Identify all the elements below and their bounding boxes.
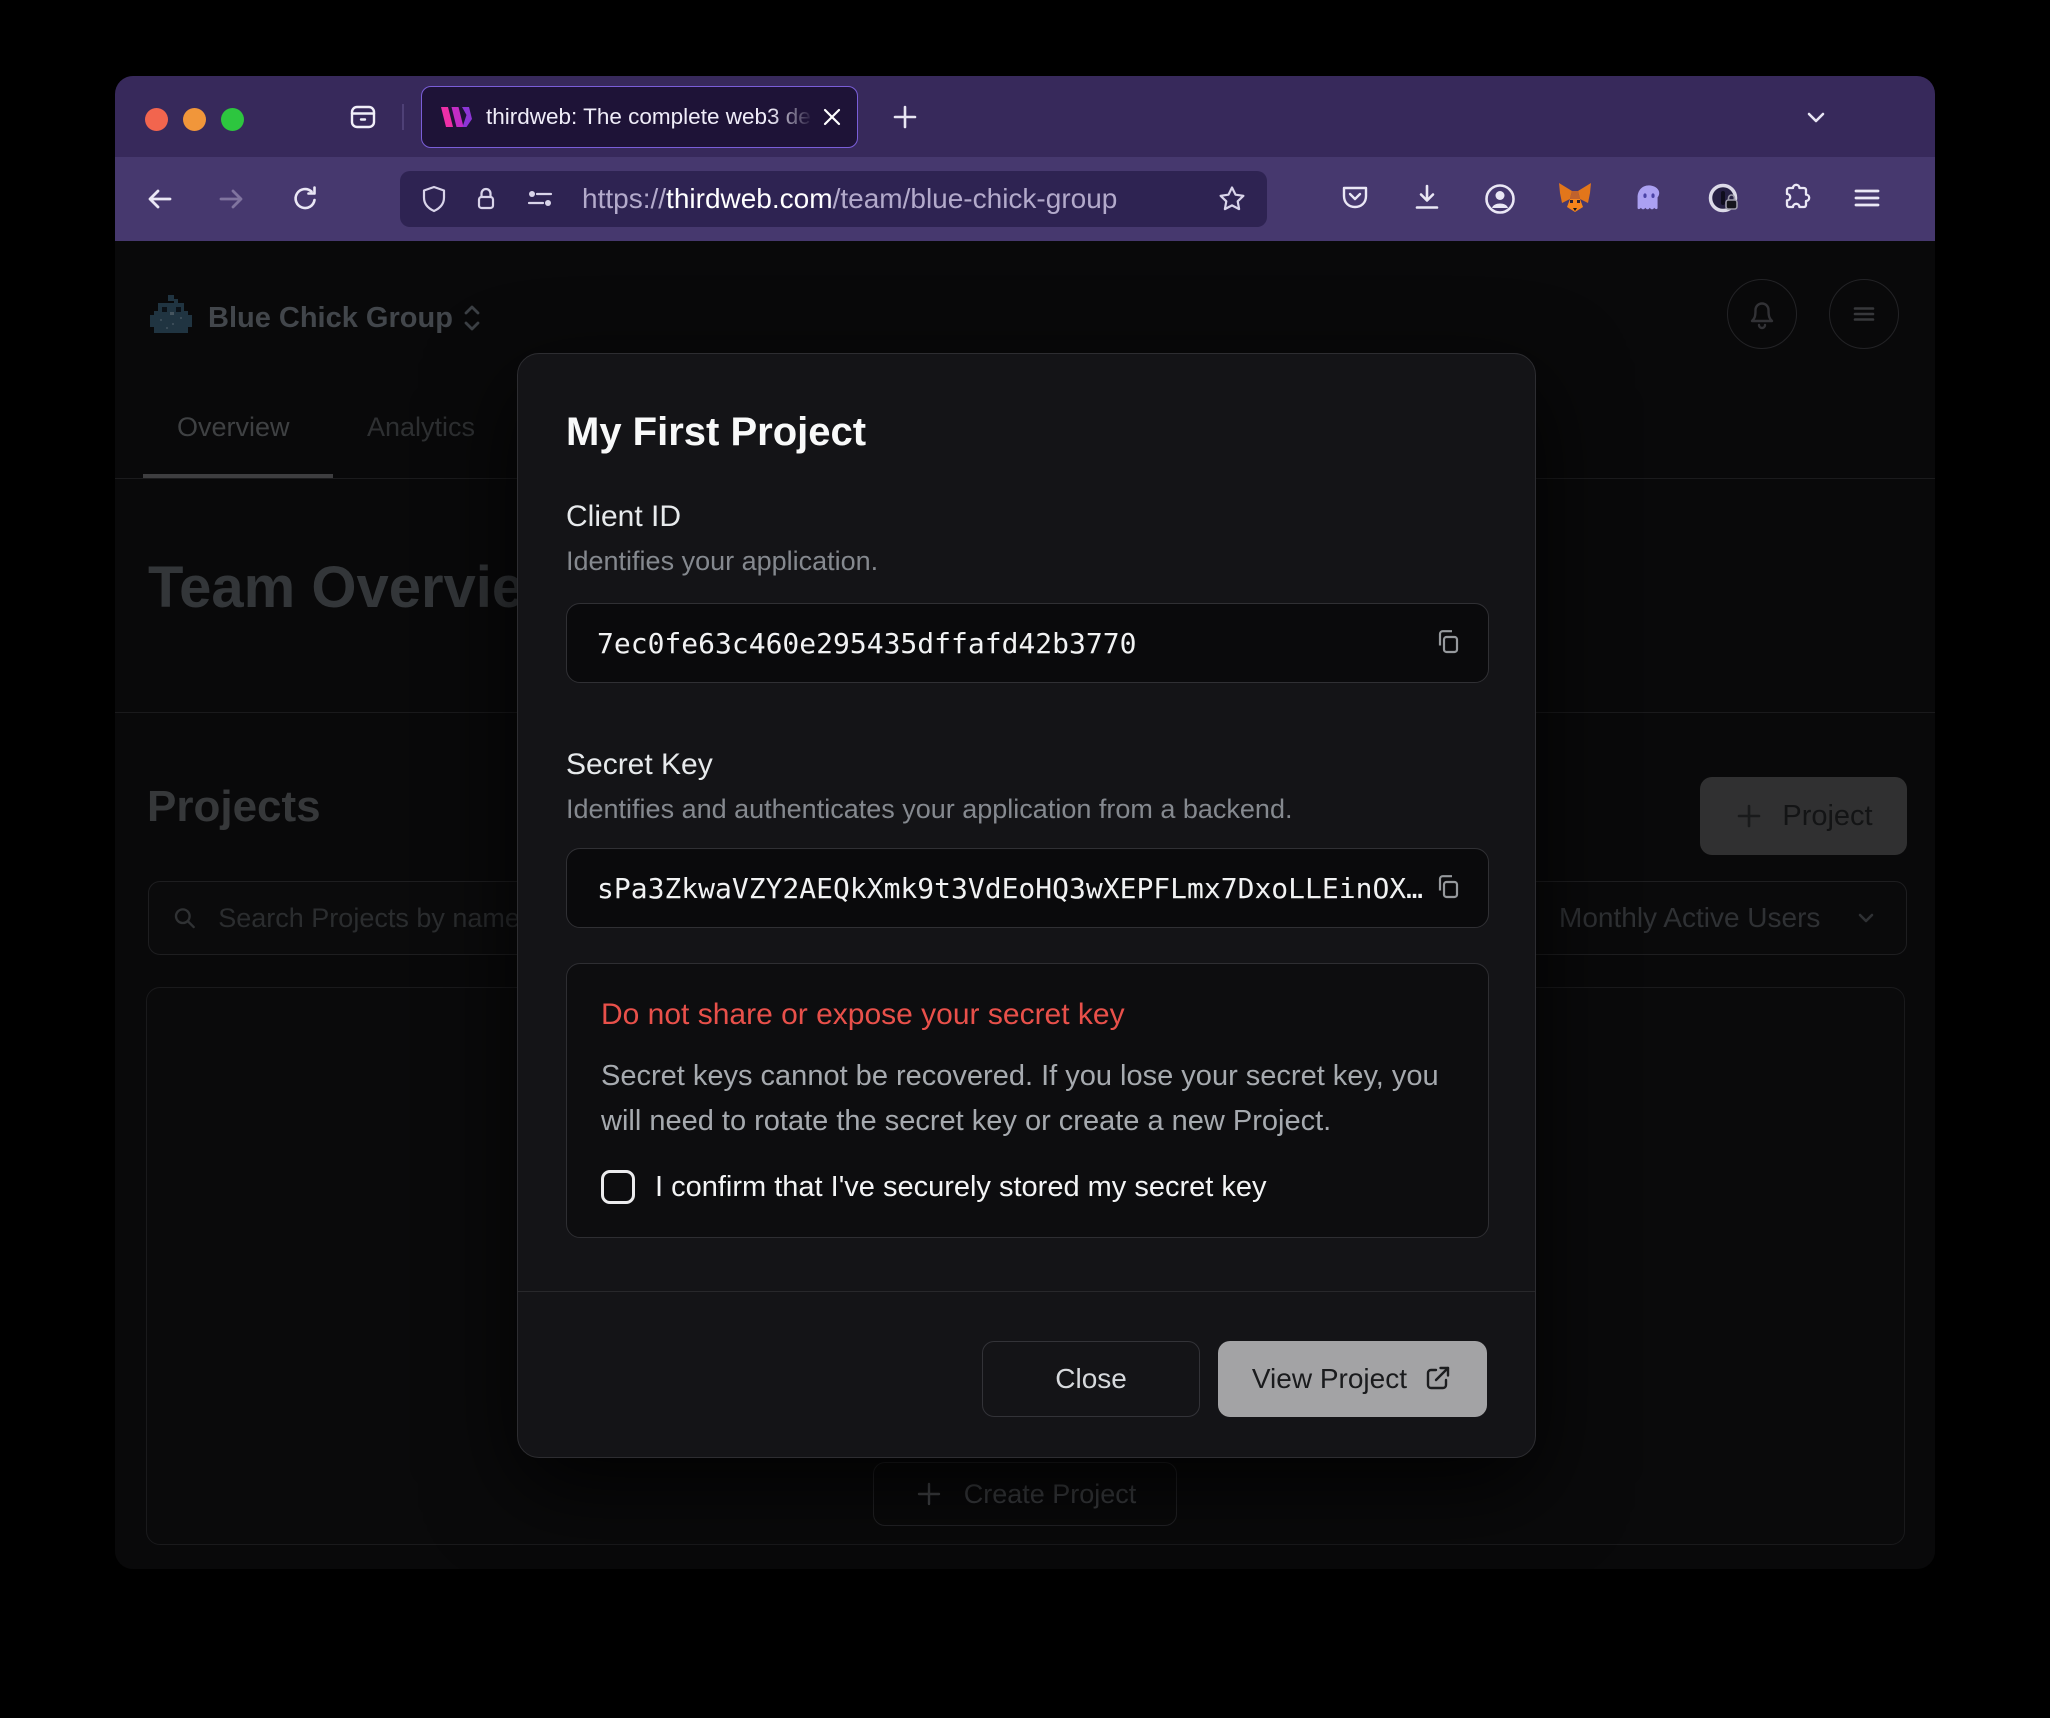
secret-key-warning-card: Do not share or expose your secret key S… [566,963,1489,1238]
copy-client-id-button[interactable] [1432,626,1464,660]
modal-footer: Close View Project [566,1341,1487,1417]
download-icon[interactable] [1411,182,1443,214]
view-project-button[interactable]: View Project [1218,1341,1487,1417]
account-menu-button[interactable] [1829,279,1899,349]
tab-close-icon[interactable] [819,104,845,130]
new-project-button[interactable]: Project [1700,777,1907,855]
bookmark-star-icon[interactable] [1217,184,1247,214]
metamask-icon[interactable] [1557,181,1593,215]
warning-body: Secret keys cannot be recovered. If you … [601,1054,1471,1144]
firefox-view-icon[interactable] [348,102,378,132]
view-project-label: View Project [1252,1363,1407,1395]
permissions-icon[interactable] [524,185,556,213]
phantom-icon[interactable] [1633,182,1665,214]
sort-label: Monthly Active Users [1559,902,1852,934]
sort-dropdown[interactable]: Monthly Active Users [1510,881,1907,955]
password-manager-icon[interactable] [1707,182,1741,216]
pocket-icon[interactable] [1339,182,1371,214]
url-protocol: https:// [582,183,666,214]
hamburger-icon [1849,299,1879,329]
window-minimize-light[interactable] [183,108,206,131]
chevron-down-icon [1852,904,1880,932]
extensions-puzzle-icon[interactable] [1781,182,1813,214]
thirdweb-favicon [440,106,472,128]
bell-icon [1745,297,1779,331]
forward-icon[interactable] [216,184,246,214]
plus-icon [1734,801,1764,831]
plus-icon [914,1479,944,1509]
reload-icon[interactable] [290,184,320,214]
confirm-label: I confirm that I've securely stored my s… [655,1171,1267,1204]
close-button[interactable]: Close [982,1341,1200,1417]
tab-title-fade [771,99,813,135]
new-tab-icon[interactable] [890,102,920,132]
confirm-checkbox[interactable] [601,1170,635,1204]
client-id-description: Identifies your application. [566,546,878,577]
team-switcher-chevrons-icon[interactable] [457,300,487,336]
window-close-light[interactable] [145,108,168,131]
project-modal: My First Project Client ID Identifies yo… [517,353,1536,1458]
tab-analytics[interactable]: Analytics [367,412,475,443]
url-path: /team/blue-chick-group [833,183,1118,214]
create-project-label: Create Project [964,1479,1137,1510]
menu-hamburger-icon[interactable] [1851,182,1883,214]
copy-secret-key-button[interactable] [1432,871,1464,905]
tab-separator [402,104,404,130]
url-text: https://thirdweb.com/team/blue-chick-gro… [582,183,1217,215]
client-id-value[interactable]: 7ec0fe63c460e295435dffafd42b3770 [597,627,1432,660]
create-project-button[interactable]: Create Project [873,1462,1177,1526]
projects-heading: Projects [147,782,321,832]
modal-footer-divider [518,1291,1535,1292]
shield-icon[interactable] [420,184,448,214]
url-domain: thirdweb.com [666,183,833,214]
warning-title: Do not share or expose your secret key [601,998,1454,1032]
secret-key-value[interactable]: sPa3ZkwaVZY2AEQkXmk9t3VdEoHQ3wXEPFLmx7Dx… [597,872,1432,905]
page-title: Team Overview [148,554,569,621]
copy-icon [1432,871,1464,903]
team-name: Blue Chick Group [208,302,453,335]
screenshot-canvas: thirdweb: The complete web3 de [0,0,2050,1718]
notifications-button[interactable] [1727,279,1797,349]
client-id-field[interactable]: 7ec0fe63c460e295435dffafd42b3770 [566,603,1489,683]
search-icon [171,903,198,933]
url-bar[interactable]: https://thirdweb.com/team/blue-chick-gro… [400,171,1267,227]
team-avatar[interactable] [148,293,194,339]
window-zoom-light[interactable] [221,108,244,131]
browser-window: thirdweb: The complete web3 de [115,76,1935,1569]
secret-key-field[interactable]: sPa3ZkwaVZY2AEQkXmk9t3VdEoHQ3wXEPFLmx7Dx… [566,848,1489,928]
external-link-icon [1423,1364,1453,1394]
tab-overview[interactable]: Overview [177,412,290,443]
tab-title: thirdweb: The complete web3 de [486,104,819,130]
browser-tab[interactable]: thirdweb: The complete web3 de [421,86,858,148]
browser-titlebar: thirdweb: The complete web3 de [115,76,1935,157]
browser-navbar: https://thirdweb.com/team/blue-chick-gro… [115,157,1935,241]
secret-key-label: Secret Key [566,748,713,782]
back-icon[interactable] [145,184,175,214]
account-icon[interactable] [1483,182,1517,216]
tab-list-chevron-icon[interactable] [1802,104,1830,130]
client-id-label: Client ID [566,500,681,534]
lock-icon[interactable] [472,184,500,214]
modal-title: My First Project [566,410,866,455]
new-project-label: Project [1782,800,1872,833]
confirm-row: I confirm that I've securely stored my s… [601,1170,1454,1204]
secret-key-description: Identifies and authenticates your applic… [566,794,1292,825]
copy-icon [1432,626,1464,658]
close-label: Close [1055,1363,1127,1395]
